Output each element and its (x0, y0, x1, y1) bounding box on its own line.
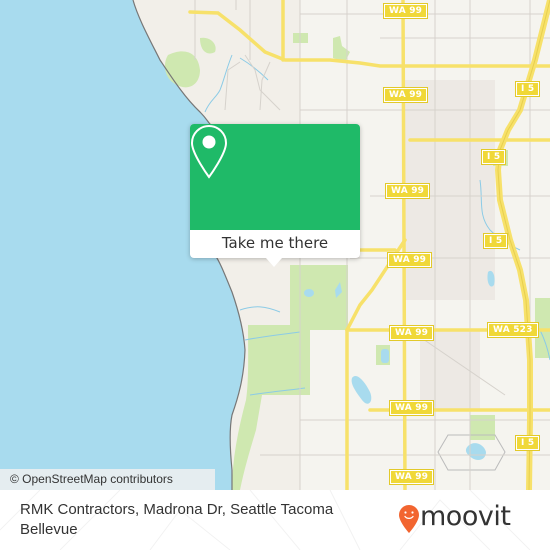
highway-shield-i5: I 5 (514, 435, 541, 451)
highway-shield-wa99: WA 99 (388, 400, 435, 416)
popup-header (190, 124, 360, 230)
highway-shield-wa523: WA 523 (487, 322, 539, 338)
highway-shield-wa99: WA 99 (388, 325, 435, 341)
highway-shield-wa99: WA 99 (388, 469, 435, 485)
map-view[interactable]: WA 99 WA 99 I 5 I 5 WA 99 I 5 WA 99 WA 9… (0, 0, 550, 490)
highway-shield-i5: I 5 (482, 233, 509, 249)
park (470, 415, 495, 440)
highway-shield-wa99: WA 99 (384, 183, 431, 199)
highway-shield-wa99: WA 99 (382, 3, 429, 19)
lake (304, 289, 314, 297)
highway-shield-wa99: WA 99 (382, 87, 429, 103)
location-pin-icon (190, 124, 228, 179)
location-popup: Take me there (190, 124, 360, 267)
moovit-pin-icon (399, 505, 419, 533)
map-attribution[interactable]: © OpenStreetMap contributors (0, 469, 215, 490)
lake (381, 349, 389, 363)
place-name: RMK Contractors, Madrona Dr, Seattle Tac… (20, 501, 334, 538)
commercial-area (420, 330, 480, 410)
highway-shield-i5: I 5 (480, 149, 507, 165)
footer-bar: RMK Contractors, Madrona Dr, Seattle Tac… (0, 490, 550, 550)
park (290, 265, 348, 330)
highway-shield-i5: I 5 (514, 81, 541, 97)
moovit-logo[interactable]: moovit (398, 501, 538, 540)
highway-shield-wa99: WA 99 (386, 252, 433, 268)
moovit-wordmark: moovit (420, 501, 511, 532)
take-me-there-button[interactable]: Take me there (190, 230, 360, 258)
popup-pointer (266, 258, 282, 267)
